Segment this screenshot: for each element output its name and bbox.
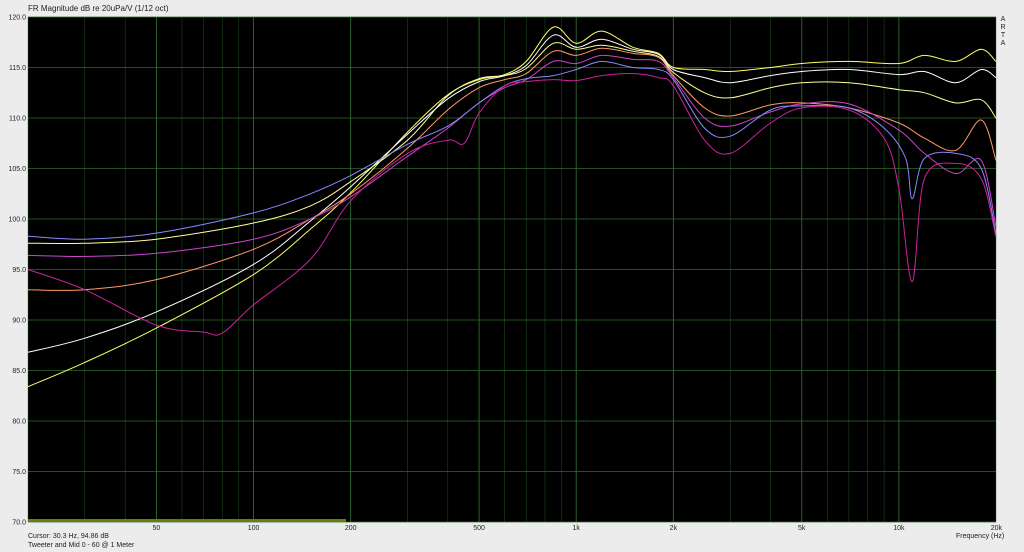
x-tick-label: 20k [991,525,1003,532]
x-tick-label: 500 [473,525,485,532]
x-tick-labels: 50 100 200 500 1k 2k 5k 10k 20k [153,525,1003,532]
x-tick-label: 200 [345,525,357,532]
measurement-description: Tweeter and Mid 0 - 60 @ 1 Meter [28,542,135,549]
cursor-readout: Cursor: 30.3 Hz, 94.86 dB [28,533,109,540]
y-tick-label: 85.0 [12,368,26,375]
x-tick-label: 50 [153,525,161,532]
x-tick-label: 100 [248,525,260,532]
y-tick-label: 70.0 [12,520,26,527]
y-tick-label: 95.0 [12,267,26,274]
app-window: FR Magnitude dB re 20uPa/V (1/12 oct) A … [0,0,1024,552]
y-tick-label: 120.0 [8,15,26,22]
frequency-response-chart[interactable]: 120.0 115.0 110.0 105.0 100.0 95.0 90.0 85.0 80.… [0,0,1024,552]
y-tick-label: 105.0 [8,166,26,173]
x-tick-label: 10k [893,525,905,532]
x-tick-label: 1k [572,525,580,532]
x-axis-label: Frequency (Hz) [956,533,1005,540]
y-tick-label: 90.0 [12,318,26,325]
x-tick-label: 5k [798,525,806,532]
y-tick-labels: 120.0 115.0 110.0 105.0 100.0 95.0 90.0 85.0 80.… [8,15,26,527]
y-tick-label: 80.0 [12,419,26,426]
y-tick-label: 100.0 [8,217,26,224]
x-scroll-indicator[interactable] [28,519,346,522]
x-tick-label: 2k [670,525,678,532]
y-tick-label: 115.0 [9,65,26,72]
y-tick-label: 110.0 [9,116,26,123]
y-tick-label: 75.0 [12,469,26,476]
